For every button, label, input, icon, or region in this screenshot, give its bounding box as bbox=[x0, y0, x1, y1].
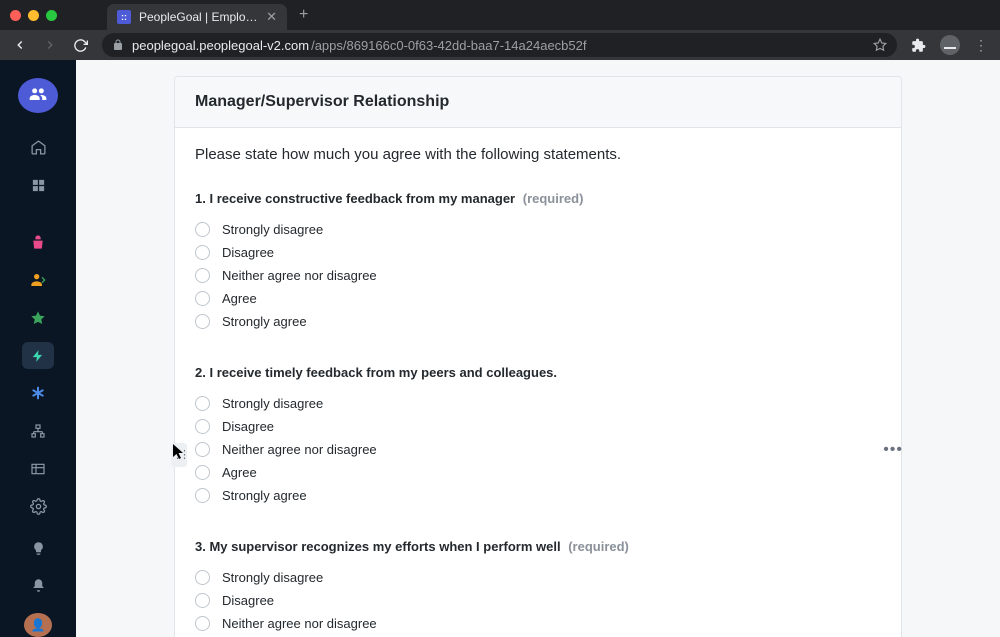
sidebar: 👤 bbox=[0, 60, 76, 637]
nav-star[interactable] bbox=[22, 304, 54, 332]
main-content: Manager/Supervisor Relationship Please s… bbox=[76, 60, 1000, 637]
question-label: 3. My supervisor recognizes my efforts w… bbox=[195, 539, 881, 554]
radio-icon bbox=[195, 570, 210, 585]
section-title: Manager/Supervisor Relationship bbox=[195, 93, 881, 111]
extensions-icon[interactable] bbox=[911, 38, 926, 53]
profile-button[interactable] bbox=[940, 35, 960, 55]
tab-title: PeopleGoal | Employee Engage bbox=[139, 10, 258, 24]
radio-icon bbox=[195, 419, 210, 434]
browser-tab[interactable]: :: PeopleGoal | Employee Engage ✕ bbox=[107, 4, 287, 30]
browser-toolbar: peoplegoal.peoplegoal-v2.com/apps/869166… bbox=[0, 30, 1000, 60]
question-block: 3. My supervisor recognizes my efforts w… bbox=[195, 539, 881, 637]
required-tag: (required) bbox=[568, 539, 629, 554]
nav-user[interactable] bbox=[22, 266, 54, 294]
favicon: :: bbox=[117, 10, 131, 24]
radio-option[interactable]: Agree bbox=[195, 461, 881, 484]
radio-option[interactable]: Neither agree nor disagree bbox=[195, 438, 881, 461]
nav-org[interactable] bbox=[22, 417, 54, 445]
traffic-lights bbox=[10, 10, 57, 21]
star-icon[interactable] bbox=[873, 38, 887, 52]
address-bar[interactable]: peoplegoal.peoplegoal-v2.com/apps/869166… bbox=[102, 33, 897, 57]
nav-home[interactable] bbox=[22, 134, 54, 162]
radio-option[interactable]: Neither agree nor disagree bbox=[195, 612, 881, 635]
app-logo[interactable] bbox=[18, 78, 58, 113]
radio-option[interactable]: Strongly disagree bbox=[195, 218, 881, 241]
radio-option[interactable]: Disagree bbox=[195, 415, 881, 438]
radio-icon bbox=[195, 245, 210, 260]
nav-bell[interactable] bbox=[22, 572, 54, 600]
radio-icon bbox=[195, 442, 210, 457]
question-block: 1. I receive constructive feedback from … bbox=[195, 191, 881, 333]
radio-option[interactable]: Strongly agree bbox=[195, 310, 881, 333]
radio-icon bbox=[195, 488, 210, 503]
nav-table[interactable] bbox=[22, 455, 54, 483]
radio-option[interactable]: Disagree bbox=[195, 241, 881, 264]
macos-titlebar: :: PeopleGoal | Employee Engage ✕ + bbox=[0, 0, 1000, 30]
radio-icon bbox=[195, 268, 210, 283]
radio-option[interactable]: Disagree bbox=[195, 589, 881, 612]
required-tag: (required) bbox=[523, 191, 584, 206]
radio-icon bbox=[195, 291, 210, 306]
zoom-window-button[interactable] bbox=[46, 10, 57, 21]
minimize-window-button[interactable] bbox=[28, 10, 39, 21]
question-block: ••• 2. I receive timely feedback from my… bbox=[195, 365, 881, 507]
nav-pink[interactable] bbox=[22, 229, 54, 257]
close-window-button[interactable] bbox=[10, 10, 21, 21]
survey-card: Manager/Supervisor Relationship Please s… bbox=[174, 76, 902, 637]
nav-bulb[interactable] bbox=[22, 534, 54, 562]
radio-icon bbox=[195, 616, 210, 631]
url-domain: peoplegoal.peoplegoal-v2.com bbox=[132, 38, 309, 53]
reload-button[interactable] bbox=[72, 38, 88, 53]
drag-handle-icon[interactable] bbox=[171, 443, 187, 467]
forward-button[interactable] bbox=[42, 38, 58, 52]
nav-asterisk[interactable] bbox=[22, 379, 54, 407]
chrome-menu-icon[interactable]: ⋮ bbox=[974, 37, 988, 54]
close-tab-icon[interactable]: ✕ bbox=[266, 9, 277, 25]
radio-icon bbox=[195, 396, 210, 411]
radio-icon bbox=[195, 314, 210, 329]
radio-option[interactable]: Agree bbox=[195, 287, 881, 310]
lock-icon bbox=[112, 39, 124, 51]
back-button[interactable] bbox=[12, 38, 28, 52]
new-tab-button[interactable]: + bbox=[299, 6, 308, 24]
radio-option[interactable]: Neither agree nor disagree bbox=[195, 264, 881, 287]
section-intro: Please state how much you agree with the… bbox=[195, 144, 881, 167]
url-path: /apps/869166c0-0f63-42dd-baa7-14a24aecb5… bbox=[311, 38, 586, 53]
radio-option[interactable]: Strongly agree bbox=[195, 484, 881, 507]
nav-bolt[interactable] bbox=[22, 342, 54, 370]
radio-option[interactable]: Strongly disagree bbox=[195, 566, 881, 589]
question-label: 1. I receive constructive feedback from … bbox=[195, 191, 881, 206]
radio-icon bbox=[195, 593, 210, 608]
question-label: 2. I receive timely feedback from my pee… bbox=[195, 365, 881, 380]
question-menu-icon[interactable]: ••• bbox=[883, 441, 903, 459]
nav-apps[interactable] bbox=[22, 171, 54, 199]
radio-option[interactable]: Strongly disagree bbox=[195, 392, 881, 415]
card-header: Manager/Supervisor Relationship bbox=[175, 77, 901, 128]
nav-settings[interactable] bbox=[22, 493, 54, 521]
avatar[interactable]: 👤 bbox=[24, 613, 52, 637]
radio-icon bbox=[195, 465, 210, 480]
radio-icon bbox=[195, 222, 210, 237]
